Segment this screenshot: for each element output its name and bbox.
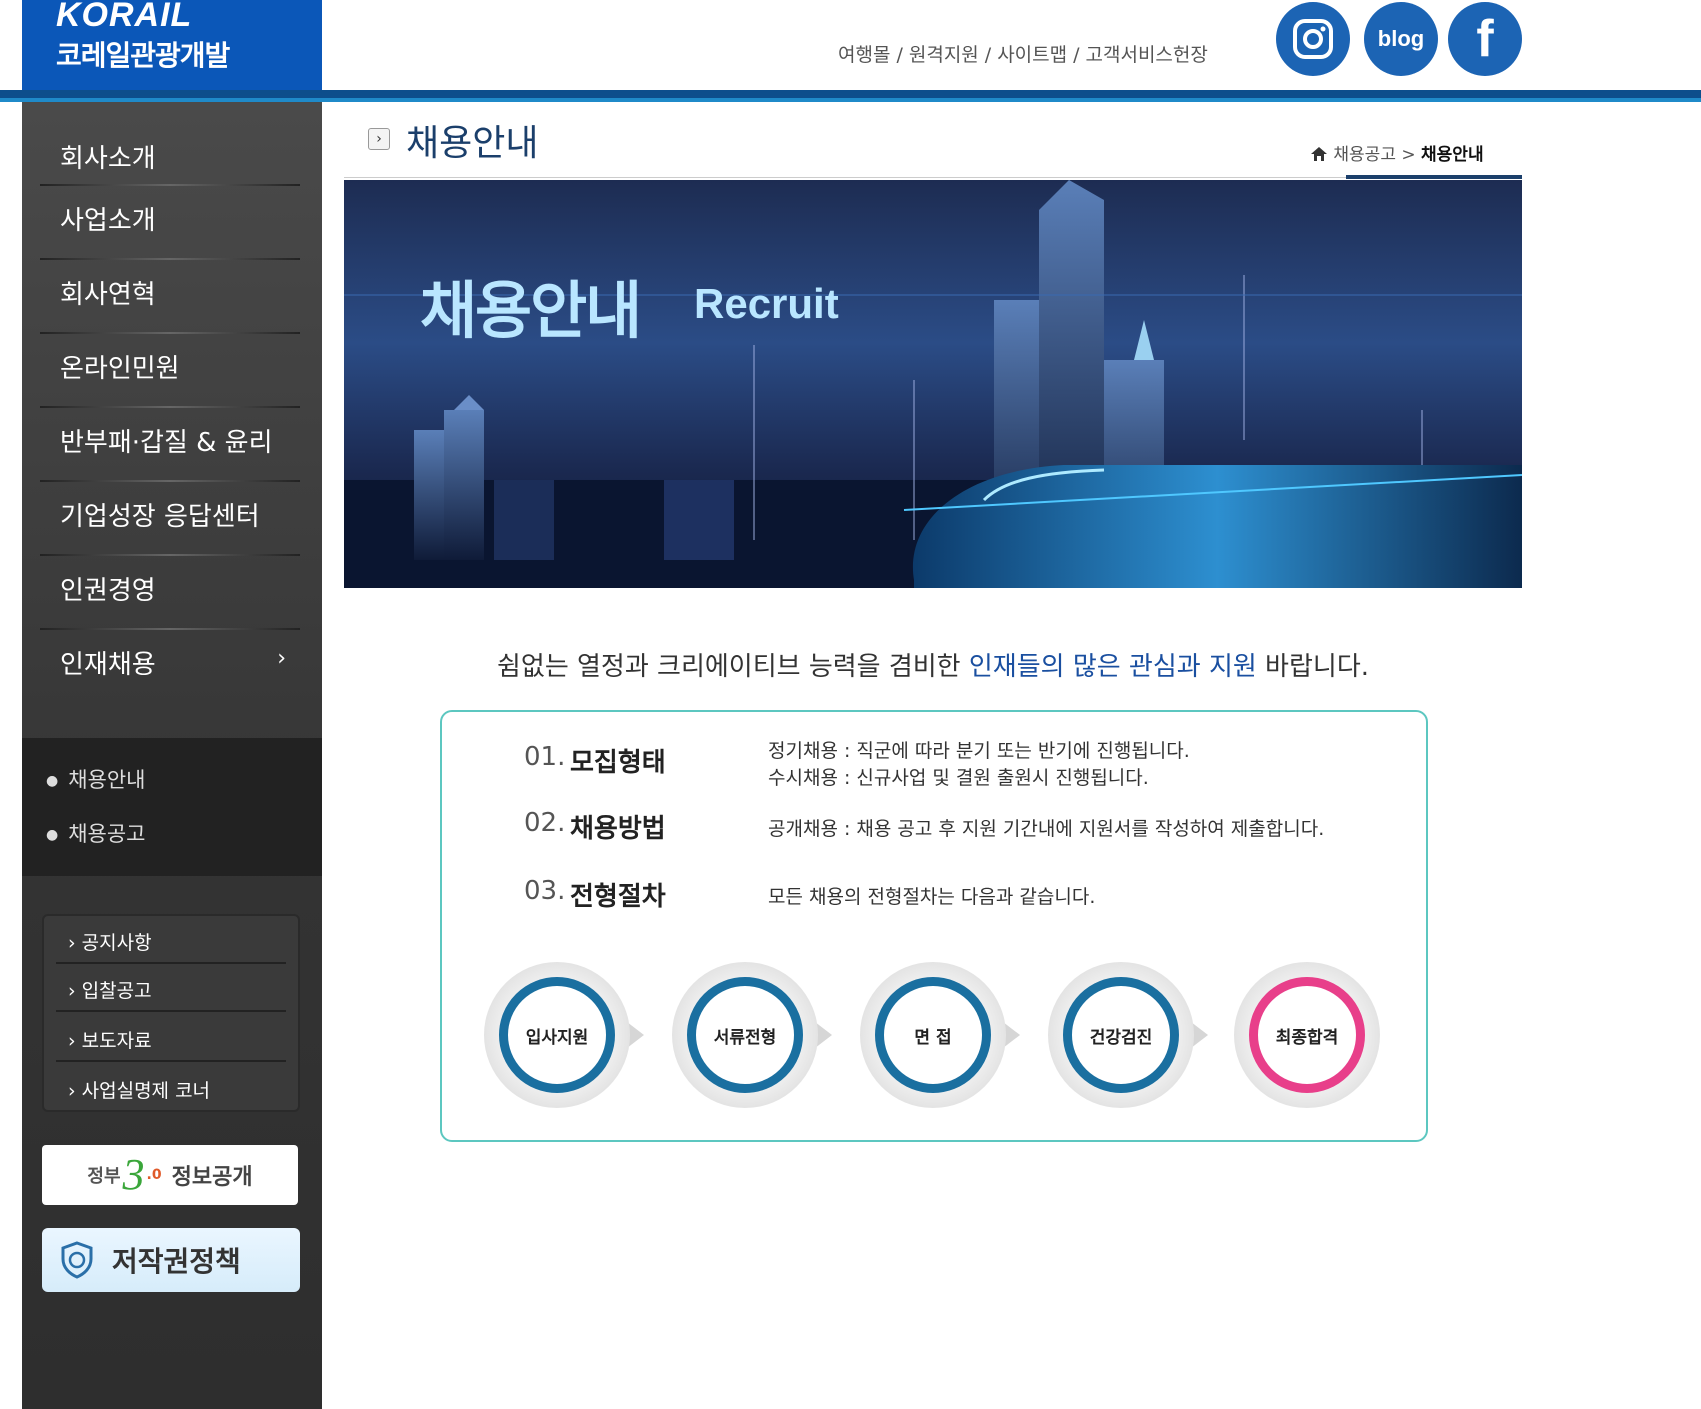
gov-version: .0 xyxy=(146,1167,162,1183)
intro-highlight: 인재들의 많은 관심과 지원 xyxy=(968,652,1257,682)
top-link-service-charter[interactable]: 고객서비스헌장 xyxy=(1086,44,1208,66)
city-skyline-image xyxy=(344,180,1522,588)
quick-link-bids[interactable]: › 입찰공고 xyxy=(68,976,152,1003)
breadcrumb-current: 채용안내 xyxy=(1421,145,1484,165)
logo-ko: 코레일관광개발 xyxy=(56,39,230,72)
sidebar-item-label: 사업소개 xyxy=(60,206,156,236)
chevron-right-icon: › xyxy=(68,1030,82,1052)
logo[interactable]: KORAIL 코레일관광개발 xyxy=(22,0,322,90)
sidebar-item-label: 기업성장 응답센터 xyxy=(60,502,260,532)
banner-title-en: Recruit xyxy=(694,280,839,327)
page-title: 채용안내 xyxy=(406,123,539,164)
sidebar: 회사소개 사업소개 회사연혁 온라인민원 반부패·갑질 & 윤리 기업성장 응답… xyxy=(22,102,322,1409)
row-title: 채용방법 xyxy=(570,814,666,844)
quick-link-label: 입찰공고 xyxy=(81,980,152,1002)
sidebar-item-company[interactable]: 회사소개 xyxy=(22,112,322,186)
submenu-item-recruit-info[interactable]: ● 채용안내 xyxy=(46,764,146,794)
quick-link-press[interactable]: › 보도자료 xyxy=(68,1026,152,1053)
facebook-icon[interactable]: f xyxy=(1448,2,1522,76)
process-step: 입사지원 xyxy=(484,962,644,1108)
row-number: 02. xyxy=(524,808,566,838)
process-step-final: 최종합격 xyxy=(1234,962,1380,1108)
sidebar-item-human-rights[interactable]: 인권경영 xyxy=(22,556,322,630)
header-divider xyxy=(0,90,1701,98)
sidebar-item-label: 회사연혁 xyxy=(60,280,156,310)
quick-link-label: 공지사항 xyxy=(81,932,152,954)
process-step-label: 면 접 xyxy=(875,977,991,1093)
banner-title-ko: 채용안내 xyxy=(420,274,642,347)
row-title: 모집형태 xyxy=(570,748,666,778)
top-link-remote-support[interactable]: 원격지원 xyxy=(909,44,979,66)
title-marker-icon: › xyxy=(368,128,390,150)
quick-link-label: 사업실명제 코너 xyxy=(81,1080,211,1102)
divider xyxy=(56,962,286,964)
submenu-label: 채용안내 xyxy=(68,768,146,792)
sidebar-item-label: 반부패·갑질 & 윤리 xyxy=(60,428,273,458)
instagram-icon[interactable] xyxy=(1276,2,1350,76)
sidebar-item-label: 인재채용 xyxy=(60,650,156,680)
divider xyxy=(56,1060,286,1062)
submenu-label: 채용공고 xyxy=(68,822,146,846)
quick-links: › 공지사항 › 입찰공고 › 보도자료 › 사업실명제 코너 xyxy=(42,914,300,1112)
intro-text: 쉼없는 열정과 크리에이티브 능력을 겸비한 인재들의 많은 관심과 지원 바랍… xyxy=(344,646,1522,683)
bullet-icon: ● xyxy=(46,773,59,789)
sidebar-item-history[interactable]: 회사연혁 xyxy=(22,260,322,334)
process-step-label: 최종합격 xyxy=(1249,977,1365,1093)
row-desc: 공개채용 : 채용 공고 후 지원 기간내에 지원서를 작성하여 제출합니다. xyxy=(768,818,1325,840)
sidebar-item-label: 회사소개 xyxy=(60,144,156,174)
gov-label: 정부 xyxy=(87,1166,121,1187)
bullet-icon: ● xyxy=(46,827,59,843)
row-title: 전형절차 xyxy=(570,882,666,912)
copyright-policy-button[interactable]: 저작권정책 xyxy=(42,1228,300,1292)
submenu: ● 채용안내 ● 채용공고 xyxy=(22,738,322,876)
intro-after: 바랍니다. xyxy=(1256,652,1370,682)
gov-info-disclosure-button[interactable]: 정부 3 .0 정보공개 xyxy=(42,1145,298,1205)
sidebar-item-online-petition[interactable]: 온라인민원 xyxy=(22,334,322,408)
row-number: 03. xyxy=(524,876,566,906)
title-rule-accent xyxy=(1346,175,1522,179)
chevron-right-icon: › xyxy=(68,932,82,954)
blog-icon[interactable]: blog xyxy=(1364,2,1438,76)
gov-3-logo: 3 xyxy=(122,1150,145,1199)
process-step: 서류전형 xyxy=(672,962,832,1108)
row-number: 01. xyxy=(524,742,566,772)
breadcrumb: 채용공고 > 채용안내 xyxy=(1310,140,1484,165)
row-desc: 수시채용 : 신규사업 및 결원 출원시 진행됩니다. xyxy=(768,767,1149,789)
divider xyxy=(56,1010,286,1012)
top-link-sitemap[interactable]: 사이트맵 xyxy=(997,44,1067,66)
process-step: 건강검진 xyxy=(1048,962,1208,1108)
sidebar-item-anti-corruption[interactable]: 반부패·갑질 & 윤리 xyxy=(22,408,322,482)
home-icon[interactable] xyxy=(1310,146,1328,162)
sidebar-item-label: 인권경영 xyxy=(60,576,156,606)
sidebar-item-growth-center[interactable]: 기업성장 응답센터 xyxy=(22,482,322,556)
quick-link-label: 보도자료 xyxy=(81,1030,152,1052)
sidebar-item-recruitment[interactable]: 인재채용 › xyxy=(22,630,322,704)
row-desc: 모든 채용의 전형절차는 다음과 같습니다. xyxy=(768,886,1096,908)
sidebar-item-business[interactable]: 사업소개 xyxy=(22,186,322,260)
recruit-banner: 채용안내 Recruit xyxy=(344,180,1522,588)
intro-before: 쉼없는 열정과 크리에이티브 능력을 겸비한 xyxy=(496,652,969,682)
submenu-item-job-postings[interactable]: ● 채용공고 xyxy=(46,818,146,848)
process-step-label: 입사지원 xyxy=(499,977,615,1093)
row-desc: 정기채용 : 직군에 따라 분기 또는 반기에 진행됩니다. xyxy=(768,740,1190,762)
chevron-right-icon: › xyxy=(68,980,82,1002)
gov-disclosure-label: 정보공개 xyxy=(171,1165,253,1190)
quick-link-project-names[interactable]: › 사업실명제 코너 xyxy=(68,1076,210,1103)
breadcrumb-parent[interactable]: 채용공고 xyxy=(1333,145,1396,165)
logo-en: KORAIL xyxy=(56,0,193,34)
shield-icon xyxy=(61,1241,93,1279)
top-links: 여행몰 / 원격지원 / 사이트맵 / 고객서비스헌장 xyxy=(838,44,1208,66)
quick-link-notices[interactable]: › 공지사항 xyxy=(68,928,152,955)
process-step-label: 서류전형 xyxy=(687,977,803,1093)
chevron-right-icon: › xyxy=(68,1080,82,1102)
copyright-policy-label: 저작권정책 xyxy=(112,1245,241,1278)
chevron-right-icon: › xyxy=(277,646,286,671)
process-step: 면 접 xyxy=(860,962,1020,1108)
breadcrumb-separator: > xyxy=(1401,145,1416,165)
sidebar-item-label: 온라인민원 xyxy=(60,354,180,384)
process-step-label: 건강검진 xyxy=(1063,977,1179,1093)
recruit-process-box: 01. 모집형태 정기채용 : 직군에 따라 분기 또는 반기에 진행됩니다. … xyxy=(440,710,1428,1142)
top-link-mall[interactable]: 여행몰 xyxy=(838,44,890,66)
